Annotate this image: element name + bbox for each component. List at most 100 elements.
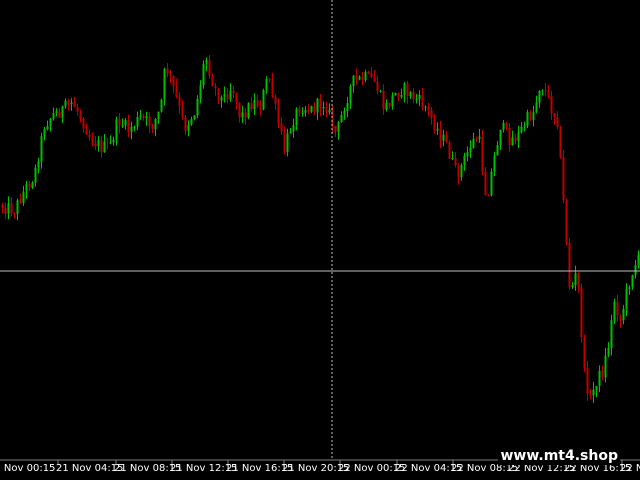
candle-body-bearish bbox=[13, 213, 16, 215]
candle-body-bearish bbox=[508, 128, 511, 146]
candle-body-bullish bbox=[523, 125, 526, 127]
candle-body-bearish bbox=[277, 103, 280, 124]
candle-body-bearish bbox=[514, 137, 517, 141]
candle-body-bullish bbox=[121, 125, 124, 127]
candle-body-bearish bbox=[100, 140, 103, 153]
candle-body-bullish bbox=[472, 138, 475, 148]
candle-body-bearish bbox=[433, 118, 436, 131]
candle-body-bearish bbox=[577, 273, 580, 288]
candle-body-bullish bbox=[442, 134, 445, 141]
candle-body-bearish bbox=[559, 127, 562, 158]
candle-body-bearish bbox=[373, 77, 376, 82]
candle-body-bearish bbox=[148, 116, 151, 127]
candle-body-bullish bbox=[394, 93, 397, 96]
candle-body-bullish bbox=[637, 254, 640, 265]
candle-body-bullish bbox=[499, 129, 502, 146]
candle-body-bearish bbox=[181, 106, 184, 118]
candle-body-bearish bbox=[208, 59, 211, 76]
candle-body-bullish bbox=[163, 68, 166, 100]
candle-body-bullish bbox=[301, 112, 304, 114]
candle-body-bullish bbox=[109, 142, 112, 144]
candlestick-chart-svg[interactable]: 20 Nov 00:1521 Nov 04:1521 Nov 08:1521 N… bbox=[0, 0, 640, 480]
candle-body-bearish bbox=[67, 100, 70, 105]
candle-body-bullish bbox=[379, 90, 382, 92]
candle-body-bullish bbox=[253, 100, 256, 110]
candle-body-bearish bbox=[439, 128, 442, 141]
candle-body-bearish bbox=[211, 75, 214, 87]
candle-body-bullish bbox=[418, 94, 421, 99]
candle-body-bullish bbox=[196, 98, 199, 116]
candle-body-bearish bbox=[169, 73, 172, 76]
candle-body-bearish bbox=[601, 370, 604, 378]
candle-body-bullish bbox=[289, 131, 292, 134]
candle-body-bullish bbox=[124, 120, 127, 126]
candle-body-bullish bbox=[340, 114, 343, 123]
candle-body-bullish bbox=[247, 103, 250, 118]
candle-body-bullish bbox=[70, 102, 73, 104]
candle-body-bullish bbox=[463, 155, 466, 165]
candle-body-bullish bbox=[346, 103, 349, 111]
candle-body-bearish bbox=[334, 126, 337, 132]
candle-body-bullish bbox=[343, 110, 346, 115]
candle-body-bearish bbox=[118, 119, 121, 126]
candle-body-bearish bbox=[421, 94, 424, 108]
candle-body-bullish bbox=[154, 119, 157, 130]
candle-body-bearish bbox=[565, 200, 568, 243]
candle-body-bearish bbox=[448, 142, 451, 159]
candle-body-bullish bbox=[310, 106, 313, 112]
candle-body-bullish bbox=[613, 301, 616, 321]
candle-body-bullish bbox=[391, 95, 394, 107]
candle-body-bearish bbox=[235, 93, 238, 103]
candle-body-bearish bbox=[544, 90, 547, 92]
candle-body-bearish bbox=[250, 103, 253, 110]
candle-body-bearish bbox=[79, 111, 82, 119]
candle-body-bullish bbox=[190, 119, 193, 125]
candle-body-bearish bbox=[583, 337, 586, 369]
candle-body-bullish bbox=[538, 91, 541, 103]
candle-body-bearish bbox=[505, 122, 508, 128]
candle-body-bearish bbox=[445, 134, 448, 142]
candle-body-bullish bbox=[205, 59, 208, 64]
candle-body-bullish bbox=[415, 99, 418, 100]
candle-body-bullish bbox=[634, 265, 637, 276]
candle-body-bearish bbox=[475, 138, 478, 140]
candle-body-bearish bbox=[457, 165, 460, 178]
candle-body-bearish bbox=[382, 90, 385, 110]
candle-body-bearish bbox=[73, 102, 76, 108]
candle-body-bullish bbox=[625, 288, 628, 309]
candle-body-bearish bbox=[238, 102, 241, 118]
candle-body-bearish bbox=[184, 117, 187, 131]
candle-body-bearish bbox=[10, 203, 13, 214]
candle-body-bearish bbox=[166, 68, 169, 74]
candle-body-bearish bbox=[91, 137, 94, 144]
candle-body-bearish bbox=[529, 112, 532, 120]
candle-body-bullish bbox=[592, 389, 595, 396]
candle-body-bullish bbox=[541, 90, 544, 92]
candle-body-bearish bbox=[88, 134, 91, 138]
candle-body-bullish bbox=[526, 112, 529, 126]
candle-body-bearish bbox=[616, 301, 619, 316]
candle-body-bullish bbox=[7, 203, 10, 214]
candle-body-bullish bbox=[22, 191, 25, 204]
candle-body-bearish bbox=[175, 86, 178, 97]
candle-body-bearish bbox=[550, 96, 553, 114]
candle-body-bearish bbox=[76, 107, 79, 112]
candle-body-bearish bbox=[256, 100, 259, 107]
x-axis-tick-label: 20 Nov 00:15 bbox=[0, 463, 55, 474]
candle-body-bearish bbox=[268, 78, 271, 80]
candle-body-bearish bbox=[553, 113, 556, 118]
candle-body-bullish bbox=[157, 111, 160, 120]
candle-body-bearish bbox=[151, 126, 154, 130]
candle-body-bearish bbox=[376, 81, 379, 92]
candle-body-bearish bbox=[19, 200, 22, 204]
candle-body-bearish bbox=[313, 106, 316, 113]
candle-body-bullish bbox=[193, 115, 196, 120]
candle-body-bullish bbox=[322, 107, 325, 109]
candle-body-bearish bbox=[586, 368, 589, 395]
candle-body-bullish bbox=[403, 83, 406, 95]
price-chart[interactable]: 20 Nov 00:1521 Nov 04:1521 Nov 08:1521 N… bbox=[0, 0, 640, 480]
candle-body-bullish bbox=[52, 113, 55, 119]
candle-body-bearish bbox=[217, 88, 220, 101]
candle-body-bearish bbox=[556, 117, 559, 127]
candle-body-bullish bbox=[358, 76, 361, 80]
